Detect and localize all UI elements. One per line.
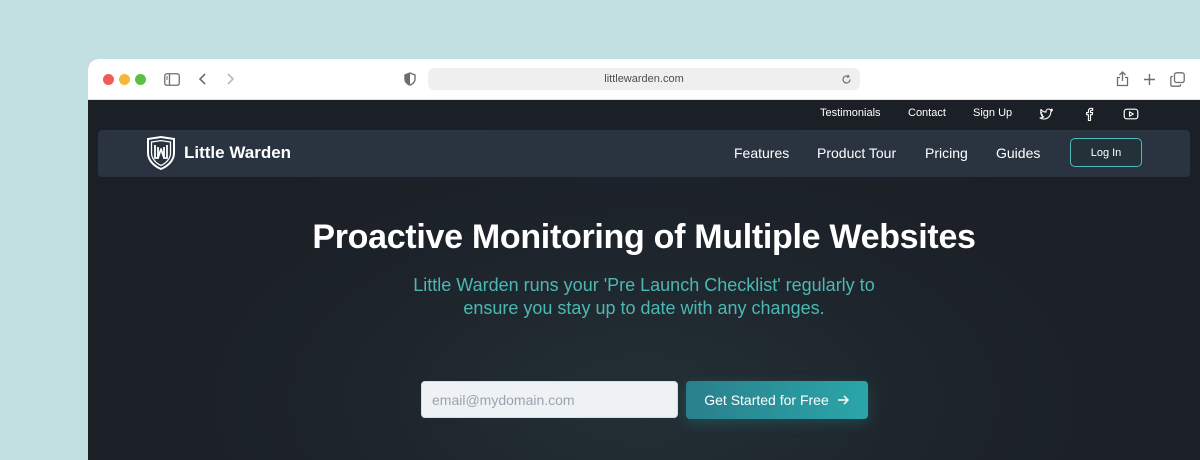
hero-subtitle: Little Warden runs your 'Pre Launch Chec…	[88, 274, 1200, 320]
share-icon[interactable]	[1112, 69, 1132, 89]
email-input[interactable]	[421, 381, 678, 418]
facebook-icon[interactable]	[1081, 106, 1097, 122]
get-started-button[interactable]: Get Started for Free	[686, 381, 868, 419]
hero-subtitle-line-2: ensure you stay up to date with any chan…	[463, 298, 825, 318]
hero-subtitle-line-1: Little Warden runs your 'Pre Launch Chec…	[413, 275, 875, 295]
testimonials-link[interactable]: Testimonials	[820, 107, 881, 119]
tabs-overview-icon[interactable]	[1167, 69, 1187, 89]
arrow-right-icon	[837, 395, 849, 405]
nav-features[interactable]: Features	[734, 145, 789, 161]
utility-bar: Testimonials Contact Sign Up	[88, 100, 1200, 128]
sidebar-icon[interactable]	[162, 69, 182, 89]
log-in-button[interactable]: Log In	[1070, 138, 1142, 167]
nav-pricing[interactable]: Pricing	[925, 145, 968, 161]
nav-guides[interactable]: Guides	[996, 145, 1040, 161]
back-icon[interactable]	[193, 69, 213, 89]
main-navbar: Little Warden Features Product Tour Pric…	[98, 130, 1190, 177]
browser-toolbar: littlewarden.com	[88, 59, 1200, 100]
url-text: littlewarden.com	[604, 73, 684, 85]
get-started-label: Get Started for Free	[704, 392, 829, 408]
forward-icon[interactable]	[220, 69, 240, 89]
website-content: Testimonials Contact Sign Up Little Ward…	[88, 100, 1200, 460]
sign-up-link[interactable]: Sign Up	[973, 107, 1012, 119]
youtube-icon[interactable]	[1123, 106, 1139, 122]
minimize-window-button[interactable]	[119, 74, 130, 85]
new-tab-icon[interactable]	[1139, 69, 1159, 89]
brand-name[interactable]: Little Warden	[184, 143, 291, 163]
close-window-button[interactable]	[103, 74, 114, 85]
shield-logo-icon[interactable]	[146, 135, 176, 171]
zoom-window-button[interactable]	[135, 74, 146, 85]
reload-icon[interactable]	[838, 71, 854, 87]
nav-product-tour[interactable]: Product Tour	[817, 145, 896, 161]
contact-link[interactable]: Contact	[908, 107, 946, 119]
twitter-icon[interactable]	[1038, 106, 1054, 122]
browser-window: littlewarden.com Testimonials Contact Si…	[88, 59, 1200, 460]
hero-title: Proactive Monitoring of Multiple Website…	[312, 218, 976, 256]
address-bar[interactable]: littlewarden.com	[428, 68, 860, 90]
shield-icon[interactable]	[400, 69, 420, 89]
